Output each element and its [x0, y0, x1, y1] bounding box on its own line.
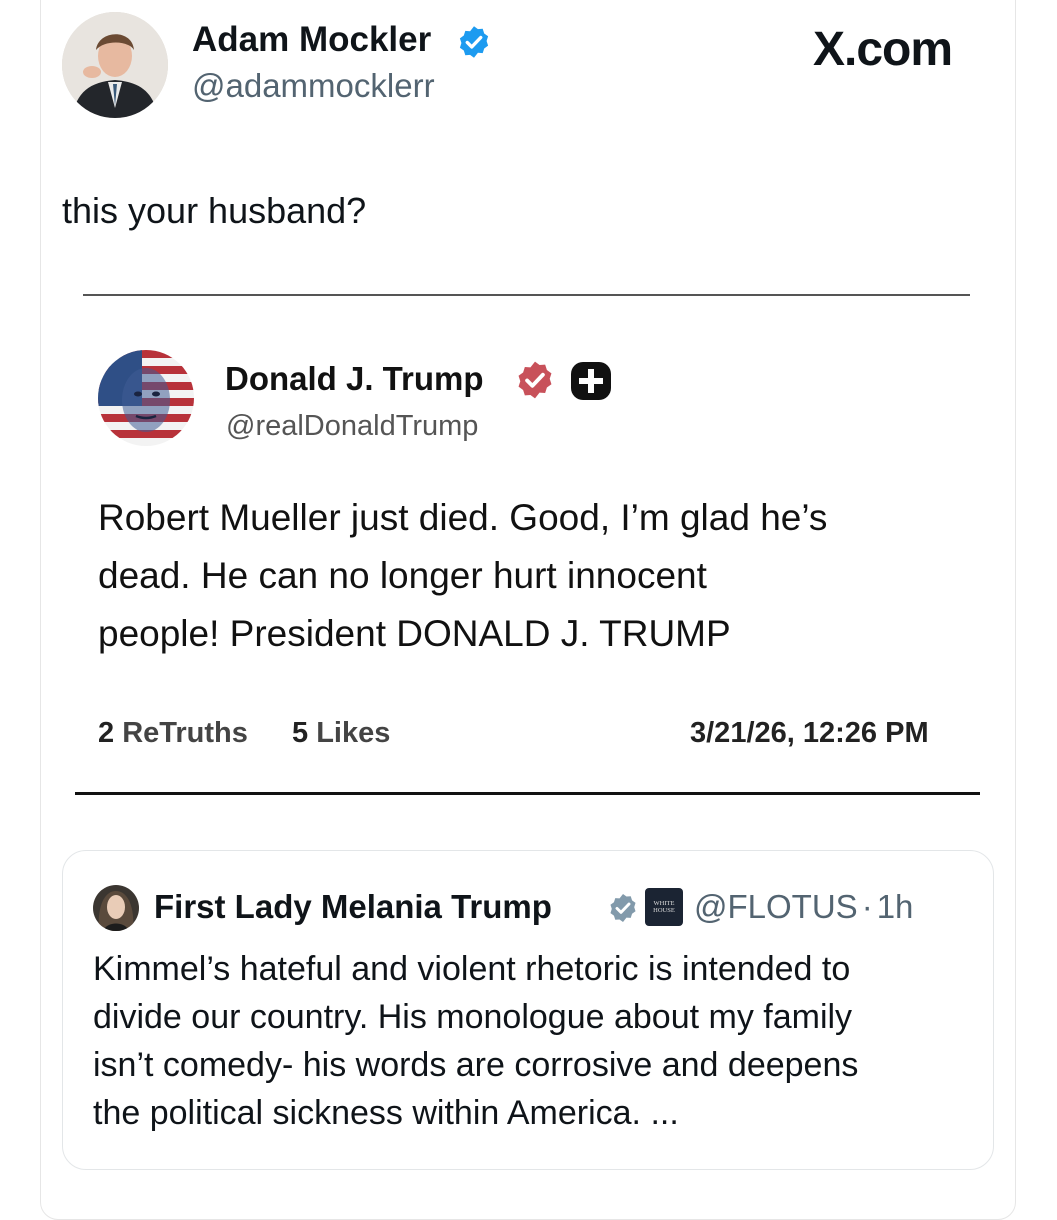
white-house-affiliate-badge: WHITE HOUSE [645, 888, 683, 926]
plus-badge-icon [571, 362, 611, 400]
quoted-avatar-image [93, 885, 139, 931]
likes-label: Likes [316, 717, 391, 749]
tweet-text: this your husband? [62, 190, 367, 231]
quoted-text-line-2: divide our country. His monologue about … [93, 998, 853, 1036]
retruths-stat[interactable]: 2 ReTruths [98, 717, 248, 750]
author-handle[interactable]: @adammocklerr [192, 67, 435, 105]
gray-verified-badge-icon [610, 894, 636, 922]
flag-portrait-image [98, 350, 194, 446]
author-avatar[interactable] [62, 12, 168, 118]
truth-verified-badge-icon [518, 361, 552, 399]
quoted-text-line-1: Kimmel’s hateful and violent rhetoric is… [93, 950, 851, 988]
quoted-time-ago: 1h [876, 888, 914, 925]
quoted-text-line-3: isn’t comedy- his words are corrosive an… [93, 1046, 859, 1084]
quoted-author-name[interactable]: First Lady Melania Trump [154, 888, 552, 926]
truth-author-handle[interactable]: @realDonaldTrump [226, 410, 478, 443]
meta-separator: · [861, 888, 873, 925]
likes-count: 5 [292, 717, 309, 749]
truth-text-line-3: people! President DONALD J. TRUMP [98, 613, 731, 654]
quoted-author-handle: @FLOTUS [694, 888, 858, 925]
verified-badge-icon [459, 26, 489, 58]
quoted-text-line-4: the political sickness within America. .… [93, 1094, 679, 1132]
quoted-author-avatar[interactable] [93, 885, 139, 931]
truth-author-name[interactable]: Donald J. Trump [225, 360, 484, 398]
truth-timestamp[interactable]: 3/21/26, 12:26 PM [690, 717, 929, 750]
author-name[interactable]: Adam Mockler [192, 20, 431, 60]
truth-text-line-1: Robert Mueller just died. Good, I’m glad… [98, 497, 828, 538]
avatar-image [62, 12, 168, 118]
truth-author-avatar[interactable] [98, 350, 194, 446]
retruths-count: 2 [98, 717, 115, 749]
truth-text-line-2: dead. He can no longer hurt innocent [98, 555, 707, 596]
divider-bottom [75, 792, 980, 795]
quoted-author-meta[interactable]: @FLOTUS · 1h [694, 888, 913, 926]
white-house-badge-text: WHITE HOUSE [653, 900, 675, 914]
retruths-label: ReTruths [122, 717, 248, 749]
divider-top [83, 294, 970, 296]
brand-x-com: X.com [813, 23, 953, 76]
likes-stat[interactable]: 5 Likes [292, 717, 390, 750]
